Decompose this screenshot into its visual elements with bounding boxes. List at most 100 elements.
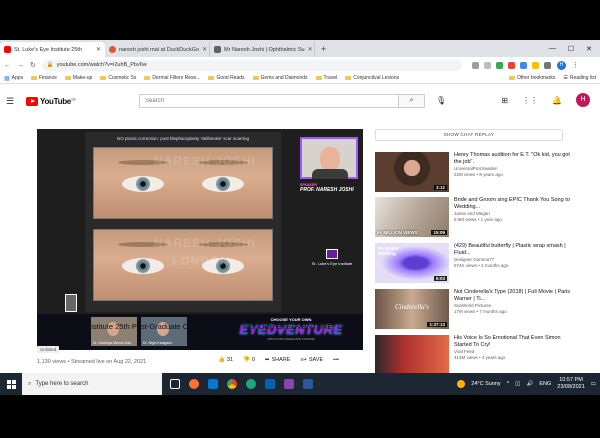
- microphone-icon[interactable]: 🎙: [436, 96, 446, 105]
- weather-text[interactable]: 24°C Sunny: [471, 381, 500, 387]
- save-button[interactable]: ≡+ SAVE: [300, 357, 323, 363]
- mail-icon[interactable]: [265, 379, 275, 389]
- show-chat-replay-button[interactable]: SHOW CHAT REPLAY: [375, 129, 563, 141]
- browser-tab-naresh-joshi[interactable]: Mr Naresh Joshi | Ophthalmic Su ✕: [210, 42, 315, 57]
- minimize-icon[interactable]: —: [549, 45, 556, 52]
- bookmark-folder[interactable]: Dermal Fillers Rese...: [144, 75, 200, 81]
- recommended-video[interactable]: His Voice Is So Emotional That Even Simo…: [375, 335, 575, 375]
- recommended-video[interactable]: 8+ MILLION VIEWS 15:09 Bride and Groom s…: [375, 197, 575, 237]
- more-actions-button[interactable]: •••: [333, 357, 339, 363]
- rec-stats: 9.6M views • 1 year ago: [454, 217, 502, 222]
- browser-tab-strip: St. Luke's Eye Institute 25th ✕ naresh j…: [0, 40, 600, 57]
- extension-icon[interactable]: [519, 61, 527, 69]
- bookmark-apps[interactable]: ▦ Apps: [4, 75, 23, 82]
- puzzle-icon[interactable]: [543, 61, 551, 69]
- bookmark-other[interactable]: Other bookmarks: [509, 75, 555, 81]
- youtube-logo[interactable]: YouTubeGB: [26, 96, 76, 106]
- language-indicator[interactable]: ENG: [539, 381, 551, 387]
- rec-stats: 574K views • 2 months ago: [454, 263, 509, 268]
- windows-taskbar: ⌕ Type here to search 24°C Sunny ^ ◫ 🔊 E…: [0, 373, 600, 395]
- bookmark-folder[interactable]: Conjunctival Lesions: [345, 75, 399, 81]
- video-meta: 1,130 views • Streamed live on Aug 22, 2…: [37, 359, 147, 365]
- notifications-icon[interactable]: ▭: [591, 381, 596, 387]
- bookmark-folder[interactable]: Make-up: [64, 75, 92, 81]
- bookmark-folder[interactable]: Good Reads: [208, 75, 245, 81]
- create-video-icon[interactable]: ⊞: [501, 96, 508, 105]
- thumbnail-overlay-text: Cinderella's: [395, 303, 429, 311]
- apps-grid-icon[interactable]: ⋮⋮: [522, 96, 538, 105]
- chevron-up-icon[interactable]: ^: [507, 381, 510, 387]
- search-icon: ⌕: [28, 380, 32, 387]
- new-tab-button[interactable]: +: [315, 42, 332, 57]
- search-button[interactable]: ⌕: [398, 95, 424, 107]
- video-thumbnail: [375, 335, 449, 375]
- extension-icon[interactable]: [495, 61, 503, 69]
- close-tab-icon[interactable]: ✕: [308, 46, 313, 53]
- speaker-label: SPEAKER PROF. NARESH JOSHI: [300, 183, 354, 193]
- folder-icon: [144, 76, 151, 80]
- start-button[interactable]: [0, 373, 22, 395]
- share-icon[interactable]: [471, 61, 479, 69]
- chrome-icon[interactable]: [227, 379, 237, 389]
- unlisted-badge: Unlisted: [37, 346, 60, 353]
- duration-badge: 15:09: [431, 230, 447, 235]
- extension-icon[interactable]: [531, 61, 539, 69]
- folder-icon: [345, 76, 352, 80]
- firefox-icon[interactable]: [189, 379, 199, 389]
- browser-tab-duckduckgo[interactable]: naresh joshi mal at DuckDuckGo ✕: [105, 42, 210, 57]
- recommended-video[interactable]: 3:12 Henry Thomas audition for E.T. "Ok …: [375, 152, 575, 192]
- edge-icon[interactable]: [246, 379, 256, 389]
- app-icon[interactable]: [284, 379, 294, 389]
- site-favicon-icon: [214, 46, 221, 53]
- taskbar-search[interactable]: ⌕ Type here to search: [22, 373, 162, 395]
- reload-icon[interactable]: ↻: [30, 61, 36, 69]
- back-icon[interactable]: ←: [4, 62, 11, 69]
- video-title: St. Luke's Eye Institute 25th Post-Gradu…: [37, 322, 357, 331]
- extension-icon[interactable]: [507, 61, 515, 69]
- recommended-video[interactable]: No Brush Painting 6:03 (429) Beautiful b…: [375, 243, 575, 283]
- video-actions: 👍 31 👎 0 ➦ SHARE ≡+ SAVE •••: [218, 357, 339, 363]
- bookmark-folder[interactable]: Travel: [315, 75, 337, 81]
- close-tab-icon[interactable]: ✕: [202, 46, 207, 53]
- chrome-menu-icon[interactable]: ⋮: [572, 61, 579, 69]
- bookmark-reading-list[interactable]: ☰ Reading list: [563, 75, 596, 81]
- bookmark-folder[interactable]: Gems and Diamonds: [252, 75, 308, 81]
- dislike-button[interactable]: 👎 0: [243, 357, 255, 363]
- small-camera-feed: [65, 294, 77, 312]
- like-button[interactable]: 👍 31: [218, 357, 233, 363]
- rec-title: Bride and Groom sing EPIC Thank You Song…: [454, 197, 570, 210]
- bookmark-folder[interactable]: Cosmetic Sx: [100, 75, 136, 81]
- store-icon[interactable]: [208, 379, 218, 389]
- network-icon[interactable]: ◫: [515, 381, 520, 387]
- browser-tab-youtube[interactable]: St. Luke's Eye Institute 25th ✕: [0, 42, 105, 57]
- video-thumbnail: 8+ MILLION VIEWS 15:09: [375, 197, 449, 237]
- close-window-icon[interactable]: ✕: [586, 45, 592, 53]
- video-player[interactable]: NO ptosis correction: post blepharoplast…: [37, 129, 363, 350]
- folder-icon: [31, 76, 38, 80]
- thumbnail-overlay-text: No Brush Painting: [378, 246, 399, 256]
- maximize-icon[interactable]: ☐: [568, 45, 574, 53]
- close-tab-icon[interactable]: ✕: [96, 46, 101, 53]
- profile-avatar[interactable]: H: [556, 60, 566, 70]
- extensions-area: [471, 61, 551, 69]
- share-button[interactable]: ➦ SHARE: [265, 357, 291, 363]
- bookmarks-bar: ▦ Apps Finance Make-up Cosmetic Sx Derma…: [0, 73, 600, 84]
- duckduckgo-favicon-icon: [109, 46, 116, 53]
- address-bar[interactable]: 🔒 youtube.com/watch?v=i2uhB_Pbv6w: [41, 59, 462, 71]
- volume-icon[interactable]: 🔊: [526, 381, 533, 387]
- clock[interactable]: 10:57 PM 23/08/2021: [557, 377, 585, 391]
- search-input[interactable]: [140, 95, 398, 107]
- windows-logo-icon: [6, 379, 16, 389]
- user-avatar[interactable]: H: [576, 93, 590, 107]
- notifications-bell-icon[interactable]: 🔔: [552, 96, 562, 105]
- star-icon[interactable]: [483, 61, 491, 69]
- bookmark-folder[interactable]: Finance: [31, 75, 57, 81]
- speaker-camera: [300, 137, 358, 179]
- word-icon[interactable]: [303, 379, 313, 389]
- desktop-area: St. Luke's Eye Institute 25th ✕ naresh j…: [0, 40, 600, 395]
- logo-region: GB: [70, 96, 76, 101]
- recommended-video[interactable]: Cinderella's 1:37:13 Not Cinderella's Ty…: [375, 289, 575, 329]
- hamburger-menu-icon[interactable]: ☰: [6, 96, 20, 107]
- task-view-icon[interactable]: [170, 379, 180, 389]
- forward-icon[interactable]: →: [17, 62, 24, 69]
